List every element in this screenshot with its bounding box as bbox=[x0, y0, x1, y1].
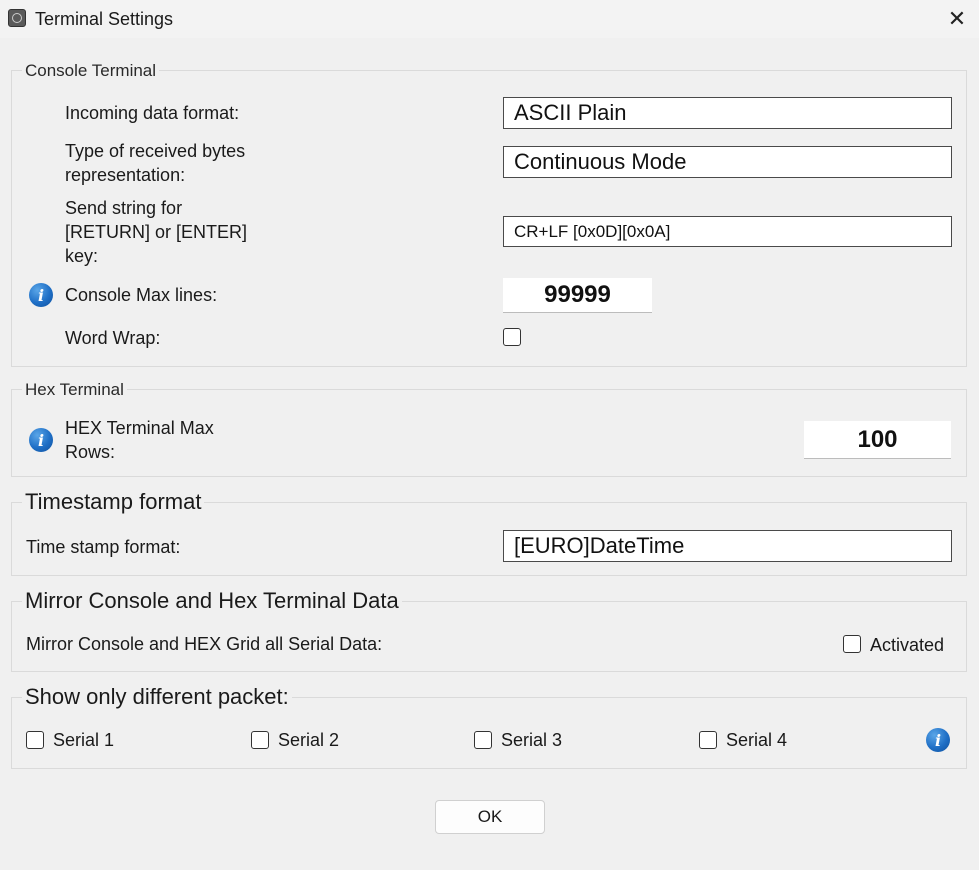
different-packet-legend: Show only different packet: bbox=[22, 684, 292, 710]
incoming-data-format-select[interactable]: ASCII Plain bbox=[503, 97, 952, 129]
console-terminal-legend: Console Terminal bbox=[22, 61, 160, 81]
send-string-label-line2: [RETURN] or [ENTER] bbox=[65, 222, 248, 242]
close-button[interactable]: ✕ bbox=[935, 0, 979, 38]
received-bytes-label-line2: representation: bbox=[65, 165, 186, 185]
serial-2-checkbox[interactable] bbox=[251, 731, 269, 749]
mirror-legend: Mirror Console and Hex Terminal Data bbox=[22, 588, 402, 614]
serial-3-checkbox[interactable] bbox=[474, 731, 492, 749]
hex-max-rows-label-line1: HEX Terminal Max bbox=[65, 418, 214, 438]
received-bytes-select[interactable]: Continuous Mode bbox=[503, 146, 952, 178]
console-max-lines-info-icon[interactable]: i bbox=[29, 283, 53, 307]
title-bar: Terminal Settings ✕ bbox=[0, 0, 979, 38]
serial-4-checkbox[interactable] bbox=[699, 731, 717, 749]
serial-1-checkbox[interactable] bbox=[26, 731, 44, 749]
hex-max-rows-info-icon[interactable]: i bbox=[29, 428, 53, 452]
received-bytes-label-line1: Type of received bytes bbox=[65, 141, 246, 161]
different-packet-info-icon[interactable]: i bbox=[926, 728, 950, 752]
send-string-label-line1: Send string for bbox=[65, 198, 183, 218]
word-wrap-checkbox[interactable] bbox=[503, 328, 521, 346]
serial-3-label[interactable]: Serial 3 bbox=[501, 728, 562, 752]
hex-terminal-legend: Hex Terminal bbox=[22, 380, 127, 400]
window-title: Terminal Settings bbox=[35, 9, 174, 29]
send-string-select[interactable]: CR+LF [0x0D][0x0A] bbox=[503, 216, 952, 247]
terminal-app-icon bbox=[8, 9, 26, 27]
ok-button[interactable]: OK bbox=[435, 800, 545, 834]
serial-4-label[interactable]: Serial 4 bbox=[726, 728, 787, 752]
serial-1-label[interactable]: Serial 1 bbox=[53, 728, 114, 752]
serial-2-label[interactable]: Serial 2 bbox=[278, 728, 339, 752]
hex-max-rows-label-line2: Rows: bbox=[65, 442, 116, 462]
timestamp-format-select[interactable]: [EURO]DateTime bbox=[503, 530, 952, 562]
mirror-activated-checkbox[interactable] bbox=[843, 635, 861, 653]
console-max-lines-label: Console Max lines: bbox=[65, 285, 218, 305]
timestamp-legend: Timestamp format bbox=[22, 489, 205, 515]
mirror-activated-label[interactable]: Activated bbox=[870, 633, 944, 657]
word-wrap-label: Word Wrap: bbox=[65, 328, 161, 348]
send-string-label-line3: key: bbox=[65, 246, 99, 266]
hex-max-rows-input[interactable]: 100 bbox=[804, 421, 951, 459]
timestamp-format-label: Time stamp format: bbox=[26, 537, 181, 557]
console-max-lines-input[interactable]: 99999 bbox=[503, 278, 652, 313]
mirror-label: Mirror Console and HEX Grid all Serial D… bbox=[26, 634, 383, 654]
incoming-data-format-label: Incoming data format: bbox=[65, 103, 240, 123]
